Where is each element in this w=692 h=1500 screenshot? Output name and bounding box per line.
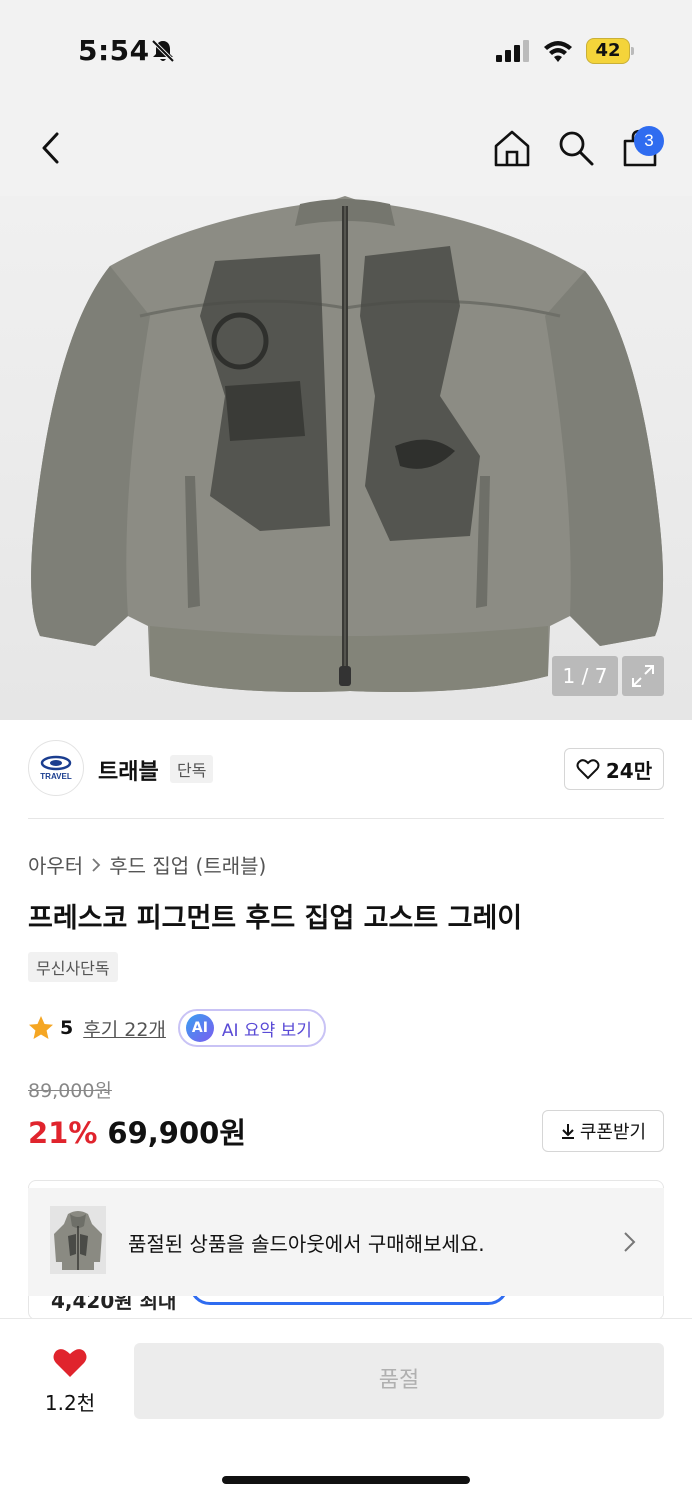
ai-summary-button[interactable]: AI AI 요약 보기 [177,1009,326,1047]
chevron-left-icon [42,132,59,164]
soldout-banner-text: 품절된 상품을 솔드아웃에서 구매해보세요. [128,1232,485,1256]
heart-filled-icon [53,1349,87,1377]
bottom-action-bar: 1.2천 품절 [0,1318,692,1500]
image-counter: 1 / 7 [552,656,618,696]
brand-logo[interactable]: TRAVEL [28,740,84,796]
breadcrumb-item-outer[interactable]: 아우터 [28,850,83,879]
product-title: 프레스코 피그먼트 후드 집업 고스트 그레이 [28,903,523,934]
soldout-purchase-button[interactable]: 품절 [134,1343,664,1419]
bell-muted-icon [151,39,175,63]
brand-like-count: 24만 [605,758,653,783]
cart-count-badge: 3 [634,126,664,156]
home-button[interactable] [490,126,534,170]
brand-exclusive-tag: 단독 [170,755,214,783]
battery-level: 42 [595,40,621,61]
star-icon [29,1016,53,1039]
coupon-label: 쿠폰받기 [579,1122,647,1143]
expand-image-button[interactable] [622,656,664,696]
expand-icon [632,665,654,687]
wishlist-count: 1.2천 [44,1391,96,1415]
battery-indicator: 42 [586,38,634,64]
brand-row: TRAVEL 트래블 단독 24만 [28,740,664,800]
coupon-download-button[interactable]: 쿠폰받기 [542,1110,664,1152]
signal-icon [496,40,529,62]
musinsa-exclusive-badge: 무신사단독 [28,952,118,982]
soldout-banner[interactable]: 품절된 상품을 솔드아웃에서 구매해보세요. [28,1188,664,1296]
original-price: 89,000원 [28,1080,112,1102]
sale-price: 69,900원 [107,1116,247,1150]
review-count-link[interactable]: 후기 22개 [83,1015,166,1042]
status-time: 5:54 [78,34,150,67]
travel-logo-icon: TRAVEL [40,755,72,781]
breadcrumb: 아우터 후드 집업 (트래블) [28,850,266,879]
product-image-gallery[interactable] [0,196,692,720]
wishlist-button[interactable]: 1.2천 [30,1347,110,1417]
brand-like-button[interactable]: 24만 [564,748,664,790]
hoodie-thumbnail-image [50,1206,106,1274]
divider [28,818,664,819]
heart-outline-icon [576,759,600,780]
top-nav [0,100,692,196]
download-icon [561,1124,574,1139]
product-photo-zip-hoodie [31,196,664,692]
back-button[interactable] [28,126,72,170]
rating-value: 5 [60,1017,74,1039]
brand-name[interactable]: 트래블 [98,754,159,786]
status-bar: 5:54 42 [0,0,692,100]
banner-product-thumbnail [50,1206,106,1274]
price-row: 21% 69,900원 [28,1110,246,1152]
rating-row: 5 후기 22개 AI AI 요약 보기 [28,1008,326,1048]
brand-logo-text: TRAVEL [40,772,72,781]
home-icon [494,130,530,167]
breadcrumb-item-hood-zipup[interactable]: 후드 집업 (트래블) [109,850,266,879]
search-button[interactable] [554,126,598,170]
wifi-icon [544,41,572,62]
chevron-right-icon [624,1232,636,1252]
home-indicator [222,1476,470,1484]
ai-icon: AI [185,1014,214,1042]
discount-rate: 21% [28,1116,98,1150]
search-icon [559,131,594,166]
chevron-right-icon [92,857,101,872]
ai-summary-label: AI 요약 보기 [221,1020,312,1041]
